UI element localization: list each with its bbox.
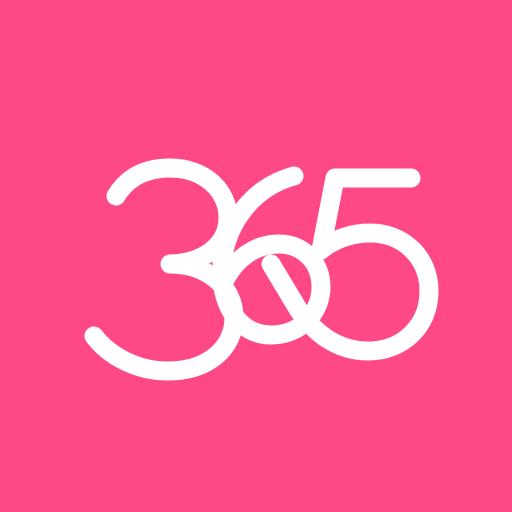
app-icon: 365 <box>0 0 512 512</box>
365-logo-icon <box>84 158 439 381</box>
